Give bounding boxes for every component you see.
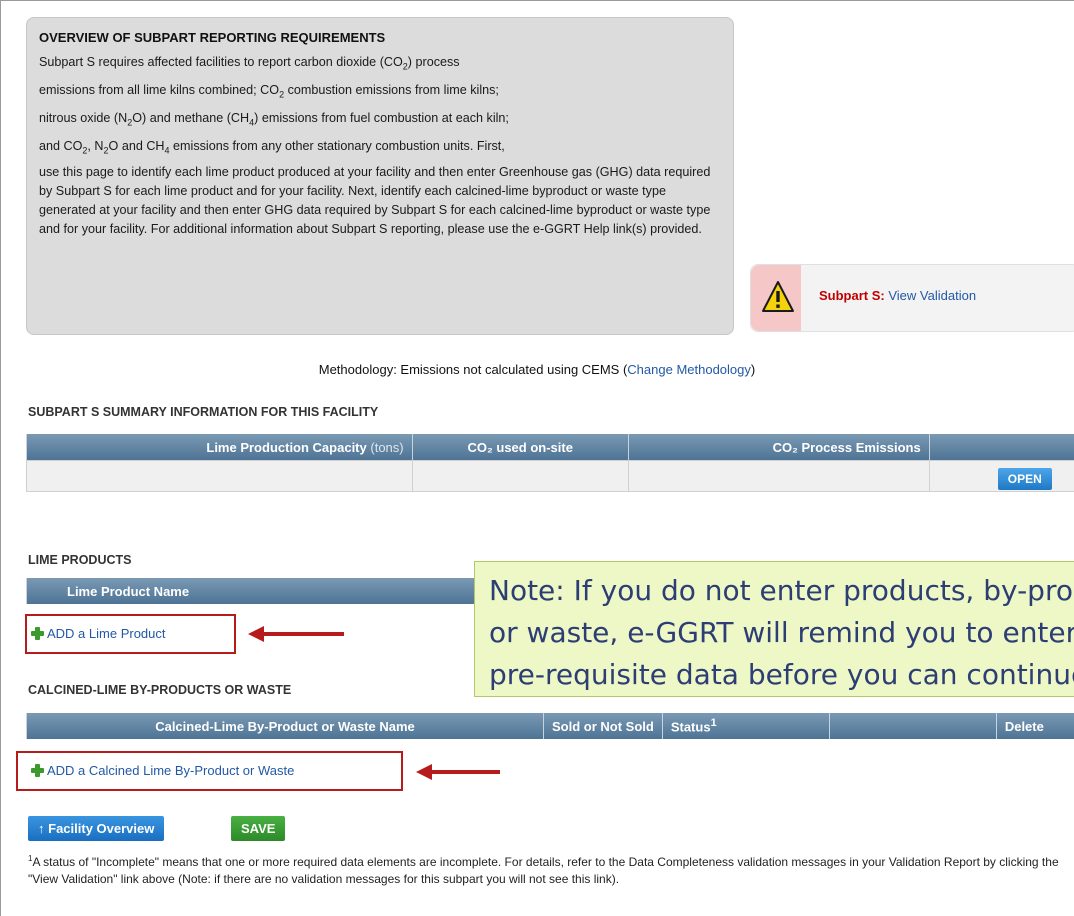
validation-panel: Subpart S: View Validation: [750, 264, 1074, 332]
calcined-title: CALCINED-LIME BY-PRODUCTS OR WASTE: [28, 683, 292, 697]
lime-capacity-header: Lime Production Capacity (tons): [26, 434, 413, 461]
methodology-line: Methodology: Emissions not calculated us…: [0, 362, 1074, 377]
overview-title: OVERVIEW OF SUBPART REPORTING REQUIREMEN…: [39, 30, 386, 45]
save-button[interactable]: SAVE: [231, 816, 286, 841]
validation-text: Subpart S: View Validation: [819, 288, 976, 303]
methodology-suffix: ): [750, 362, 756, 377]
calcined-name-header: Calcined-Lime By-Product or Waste Name: [26, 713, 544, 739]
open-button[interactable]: OPEN: [997, 467, 1052, 490]
co2-process-cell: [627, 460, 930, 492]
co2-onsite-cell: [411, 460, 629, 492]
left-arrow-icon: [416, 764, 500, 780]
note-line: Note: If you do not enter products, by-p…: [489, 574, 1074, 607]
warning-icon: [762, 281, 794, 312]
methodology-text: Methodology: Emissions not calculated us…: [318, 362, 628, 377]
summary-table: Lime Production Capacity (tons) CO₂ used…: [26, 434, 1074, 492]
delete-header: Delete: [995, 713, 1074, 739]
up-arrow-icon: ↑: [38, 821, 49, 836]
subpart-label: Subpart S:: [819, 288, 885, 303]
summary-section-title: SUBPART S SUMMARY INFORMATION FOR THIS F…: [28, 405, 379, 419]
status-header: Status1: [661, 713, 830, 739]
lime-capacity-cell: [26, 460, 413, 492]
overview-text-line: and CO2, N2O and CH4 emissions from any …: [39, 139, 505, 156]
summary-header-row: Lime Production Capacity (tons) CO₂ used…: [26, 434, 1074, 461]
summary-data-row: OPEN: [26, 460, 1074, 492]
co2-process-header: CO₂ Process Emissions: [627, 434, 930, 461]
blank-header: [828, 713, 997, 739]
note-line: or waste, e-GGRT will remind you to ente…: [489, 616, 1074, 649]
overview-text-line: Subpart S requires affected facilities t…: [39, 55, 460, 72]
footnote: 1A status of "Incomplete" means that one…: [28, 854, 1059, 886]
facility-overview-button[interactable]: ↑ Facility Overview: [28, 816, 165, 841]
overview-text-line: nitrous oxide (N2O) and methane (CH4) em…: [39, 111, 509, 128]
highlight-box: [25, 614, 236, 654]
calcined-header-row: Calcined-Lime By-Product or Waste Name S…: [26, 713, 1074, 739]
overview-panel: OVERVIEW OF SUBPART REPORTING REQUIREMEN…: [26, 17, 734, 335]
co2-onsite-header: CO₂ used on-site: [411, 434, 629, 461]
calcined-table: Calcined-Lime By-Product or Waste Name S…: [26, 713, 1074, 739]
overview-text-body: use this page to identify each lime prod…: [39, 165, 711, 237]
overview-text-line: emissions from all lime kilns combined; …: [39, 83, 499, 100]
left-arrow-icon: [248, 626, 344, 642]
lime-products-title: LIME PRODUCTS: [28, 553, 132, 567]
view-validation-link[interactable]: View Validation: [888, 288, 976, 303]
action-cell: OPEN: [928, 460, 1074, 492]
change-methodology-link[interactable]: Change Methodology: [627, 362, 751, 377]
sold-header: Sold or Not Sold: [543, 713, 663, 739]
note-callout: Note: If you do not enter products, by-p…: [474, 561, 1074, 697]
action-header: [928, 434, 1074, 461]
note-line: pre-requisite data before you can contin…: [489, 658, 1074, 691]
highlight-box: [16, 751, 403, 791]
